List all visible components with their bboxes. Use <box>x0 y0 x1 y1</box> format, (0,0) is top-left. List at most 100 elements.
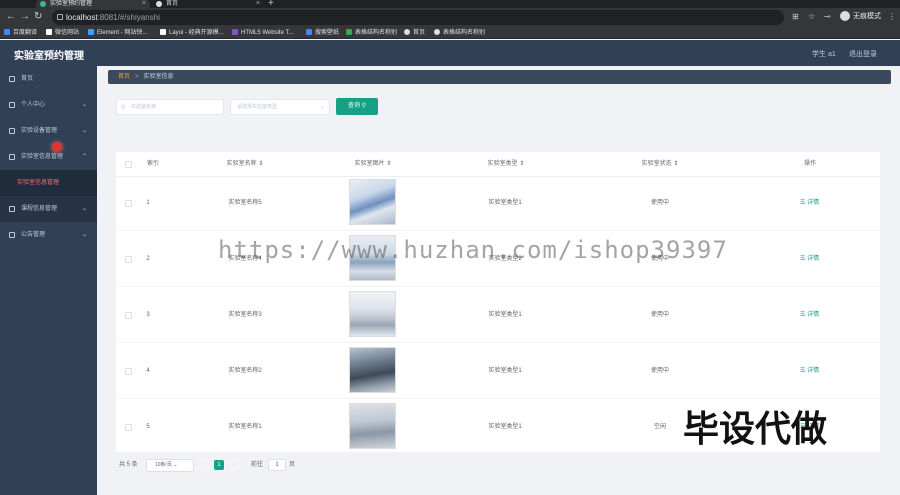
row-index: 5 <box>146 424 150 430</box>
row-index: 4 <box>146 368 150 374</box>
bookmark-icon <box>46 29 52 36</box>
lab-photo <box>349 179 396 225</box>
avatar <box>840 11 850 22</box>
row-checkbox[interactable] <box>125 200 132 207</box>
header-action: 操作 <box>803 161 816 167</box>
info-icon <box>57 14 63 20</box>
row-status: 使用中 <box>650 312 669 318</box>
browser-tab-active[interactable]: 实验室预约管理 × <box>36 0 150 8</box>
row-name: 实验室名称2 <box>228 368 262 374</box>
reload-icon[interactable]: ↻ <box>34 11 42 23</box>
menu-dots-icon[interactable]: ⋮ <box>888 12 896 21</box>
bookmark-item[interactable]: Layui - 经典开源模... <box>160 28 224 38</box>
row-checkbox[interactable] <box>125 424 132 431</box>
row-type: 实验室类型1 <box>488 312 522 318</box>
detail-button[interactable]: ☰ 详情 <box>800 310 819 320</box>
bookmark-item[interactable]: HTML5 Website T... <box>232 28 293 38</box>
page-suffix: 页 <box>289 462 296 468</box>
bookmark-icon <box>306 29 312 36</box>
sidebar-item-profile[interactable]: 个人中心 ⌄ <box>0 92 97 118</box>
detail-button[interactable]: ☰ 详情 <box>800 254 819 264</box>
prev-page-button[interactable]: ‹ <box>201 460 211 470</box>
sidebar-subitem-lab-info[interactable]: 实验室信息管理 <box>0 170 97 196</box>
bookmark-item[interactable]: 首页 <box>404 28 425 38</box>
bookmark-icon <box>4 29 10 36</box>
promo-stamp: 毕设代做 <box>683 409 828 450</box>
profile-button[interactable]: 无痕模式 <box>840 11 881 23</box>
vue-favicon-icon <box>40 1 46 7</box>
header-name[interactable]: 实验室名称 ⇕ <box>190 152 300 176</box>
home-icon <box>9 76 15 82</box>
tab-title: 实验室预约管理 <box>50 1 93 7</box>
forward-icon[interactable]: → <box>20 11 30 23</box>
chevron-down-icon: ⌄ <box>82 206 88 212</box>
detail-icon: ☰ <box>800 368 806 374</box>
globe-icon <box>404 29 410 36</box>
address-bar-row: ← → ↻ localhost:8081/#/shiyanshi ⊞ ☆ ⊸ 无… <box>0 8 900 27</box>
sidebar-item-equipment[interactable]: 实验设备管理 ⌄ <box>0 118 97 144</box>
star-icon[interactable]: ☆ <box>808 12 815 21</box>
header-type[interactable]: 实验室类型 ⇕ <box>446 152 566 176</box>
translate-icon[interactable]: ⊞ <box>792 12 799 21</box>
logout-link[interactable]: 退出登录 <box>849 49 877 59</box>
next-page-button[interactable]: › <box>229 460 239 470</box>
sidebar-item-course[interactable]: 课程信息管理 ⌄ <box>0 196 97 222</box>
row-name: 实验室名称3 <box>228 312 262 318</box>
close-icon[interactable]: × <box>142 0 146 8</box>
browser-tab[interactable]: 首页 × <box>152 0 264 8</box>
goto-page-input[interactable]: 1 <box>268 459 286 471</box>
chevron-up-icon: ⌃ <box>82 154 88 160</box>
breadcrumb-home[interactable]: 首页 <box>118 74 130 80</box>
bookmarks-bar: 百度翻译 微信网站 Element - 网站快... Layui - 经典开源模… <box>0 27 900 39</box>
header-status[interactable]: 实验室状态 ⇕ <box>600 152 720 176</box>
bookmark-item[interactable]: 搜索壁纸 <box>306 28 339 38</box>
row-checkbox[interactable] <box>125 312 132 319</box>
sidebar-item-notice[interactable]: 公告管理 ⌄ <box>0 222 97 248</box>
sidebar-item-home[interactable]: 首页 <box>0 66 97 92</box>
bookmark-icon <box>232 29 238 36</box>
chevron-down-icon: ⌄ <box>82 102 88 108</box>
bookmark-item[interactable]: 微信网站 <box>46 28 79 38</box>
bookmark-item[interactable]: Element - 网站快... <box>88 28 147 38</box>
page-number-current[interactable]: 1 <box>214 460 224 470</box>
detail-button[interactable]: ☰ 详情 <box>800 198 819 208</box>
search-icon: ⚲ <box>121 105 126 111</box>
detail-icon: ☰ <box>800 312 806 318</box>
page-size-select[interactable]: 10条/页 ⌄ <box>146 459 194 472</box>
lab-name-input[interactable]: ⚲ 实验室名称 <box>116 99 224 115</box>
lab-type-select[interactable]: 请选择实验室类型 ⌄ <box>230 99 330 115</box>
sidebar: 首页 个人中心 ⌄ 实验设备管理 ⌄ 实验室信息管理 ⌃ 实验室信息管理 课程信… <box>0 66 97 495</box>
url-input[interactable]: localhost:8081/#/shiyanshi <box>52 10 784 25</box>
key-icon[interactable]: ⊸ <box>824 12 831 21</box>
sort-icon: ⇕ <box>519 161 525 167</box>
user-label: 学生 a1 <box>812 51 836 58</box>
browser-tab-strip: 实验室预约管理 × 首页 × + <box>0 0 900 9</box>
chevron-down-icon: ⌄ <box>82 232 88 238</box>
sidebar-item-lab-info[interactable]: 实验室信息管理 ⌃ <box>0 144 97 170</box>
url-host: localhost <box>66 13 98 22</box>
user-icon <box>9 102 15 108</box>
select-all-checkbox[interactable] <box>125 161 132 168</box>
bookmark-item[interactable]: 百度翻译 <box>4 28 37 38</box>
detail-button[interactable]: ☰ 详情 <box>800 366 819 376</box>
back-icon[interactable]: ← <box>6 11 16 23</box>
close-icon[interactable]: × <box>256 0 260 8</box>
tab-title: 首页 <box>166 1 179 7</box>
bookmark-icon <box>346 29 352 36</box>
row-index: 1 <box>146 200 150 206</box>
bookmark-item[interactable]: 表格结构名称别 <box>346 28 397 38</box>
query-button[interactable]: 查询 ⚲ <box>336 98 378 115</box>
row-checkbox[interactable] <box>125 256 132 263</box>
detail-icon: ☰ <box>800 256 806 262</box>
globe-icon <box>156 1 162 7</box>
pagination-total: 共 5 条 <box>119 462 138 468</box>
header-photo[interactable]: 实验室图片 ⇕ <box>318 152 428 176</box>
watermark-url: https://www.huzhan.com/ishop39397 <box>218 236 728 264</box>
app-header: 实验室预约管理 学生 a1 退出登录 <box>0 40 900 66</box>
row-checkbox[interactable] <box>125 368 132 375</box>
breadcrumb-current: 实验室信息 <box>143 74 174 80</box>
row-name: 实验室名称1 <box>228 424 262 430</box>
breadcrumb: 首页 > 实验室信息 <box>108 70 891 84</box>
bookmark-item[interactable]: 表格结构名称别 <box>434 28 485 38</box>
search-icon: ⚲ <box>361 103 367 109</box>
